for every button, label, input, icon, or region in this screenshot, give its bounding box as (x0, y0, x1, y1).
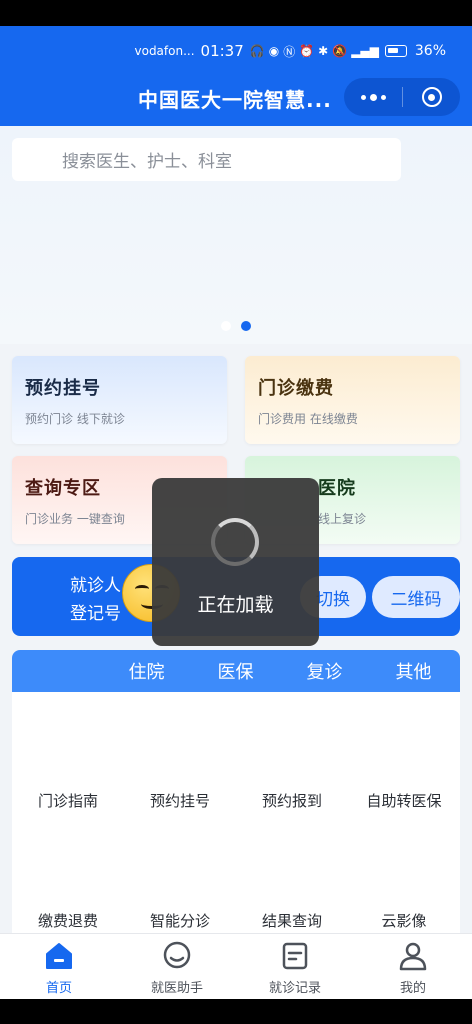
document-icon (279, 940, 311, 972)
grid-item-checkin[interactable]: 预约报到 (236, 790, 348, 811)
nav-item-profile[interactable]: 我的 (354, 940, 472, 996)
bottom-nav: 首页 就医助手 就诊记录 我的 (0, 933, 472, 999)
card-subtitle: 预约门诊 线下就诊 (25, 412, 125, 426)
user-icon (397, 940, 429, 972)
status-icons: 🎧 ◉ Ⓝ ⏰ ✱ 🔕 ▂▄▆ (250, 43, 379, 60)
grid-item-cloud-imaging[interactable]: 云影像 (348, 910, 460, 931)
nav-item-home[interactable]: 首页 (0, 940, 118, 996)
nav-label: 我的 (399, 981, 426, 996)
grid-item-guide[interactable]: 门诊指南 (12, 790, 124, 811)
mute-icon: 🔕 (332, 44, 348, 58)
grid-item-results[interactable]: 结果查询 (236, 910, 348, 931)
chat-bubble-icon (161, 940, 193, 972)
tab-other[interactable]: 其他 (369, 658, 458, 684)
grid-item-appointment[interactable]: 预约挂号 (124, 790, 236, 811)
card-payment[interactable]: 门诊缴费 门诊费用 在线缴费 (245, 356, 460, 444)
eye-icon: ◉ (268, 44, 280, 58)
tab-revisit[interactable]: 复诊 (280, 658, 369, 684)
battery-icon (384, 45, 407, 57)
patient-label: 就诊人 (70, 576, 121, 596)
status-time: 01:37 (200, 42, 244, 60)
nfc-icon: Ⓝ (283, 44, 296, 59)
search-placeholder: 搜索医生、护士、科室 (62, 152, 232, 172)
nav-label: 就诊记录 (268, 981, 321, 996)
gesture-bar-area (0, 999, 472, 1024)
nav-label: 首页 (45, 981, 72, 996)
nav-item-records[interactable]: 就诊记录 (236, 940, 354, 996)
grid-item-insurance-transfer[interactable]: 自助转医保 (348, 790, 460, 811)
alarm-icon: ⏰ (299, 44, 315, 58)
status-bar: vodafon... 01:37 🎧 ◉ Ⓝ ⏰ ✱ 🔕 ▂▄▆ 36% (135, 40, 447, 62)
battery-percent: 36% (414, 43, 446, 59)
mini-program-capsule (344, 78, 460, 116)
search-input[interactable]: 搜索医生、护士、科室 (12, 138, 401, 181)
registration-label: 登记号 (70, 604, 121, 624)
carousel-indicator (221, 321, 251, 331)
tab-insurance[interactable]: 医保 (191, 658, 280, 684)
carousel-dot (221, 321, 231, 331)
qr-code-button[interactable]: 二维码 (372, 576, 460, 618)
loading-toast: 正在加载 (152, 478, 319, 646)
card-subtitle: 门诊费用 在线缴费 (258, 412, 358, 426)
screen: vodafon... 01:37 🎧 ◉ Ⓝ ⏰ ✱ 🔕 ▂▄▆ 36% 中国医… (0, 0, 472, 1024)
bluetooth-icon: ✱ (318, 44, 329, 58)
page-title: 中国医大一院智慧... (138, 88, 332, 112)
card-appointment[interactable]: 预约挂号 预约门诊 线下就诊 (12, 356, 227, 444)
service-tabs: 住院 医保 复诊 其他 (12, 650, 460, 692)
card-title: 门诊缴费 (258, 378, 334, 399)
services-panel: 住院 医保 复诊 其他 门诊指南 预约挂号 预约报到 自助转医保 缴费退费 智能… (12, 650, 460, 940)
camera-cutout-area (0, 0, 472, 26)
nav-item-assistant[interactable]: 就医助手 (118, 940, 236, 996)
carrier-name: vodafon... (134, 44, 195, 58)
more-icon[interactable] (344, 78, 402, 116)
loading-text: 正在加载 (197, 594, 274, 616)
card-title: 预约挂号 (25, 378, 101, 399)
home-icon (43, 940, 75, 972)
carousel-dot-active (241, 321, 251, 331)
headphones-icon: 🎧 (249, 44, 265, 58)
grid-item-refund[interactable]: 缴费退费 (12, 910, 124, 931)
nav-label: 就医助手 (150, 981, 203, 996)
signal-icon: ▂▄▆ (351, 44, 379, 58)
loading-spinner-icon (211, 518, 259, 566)
grid-item-triage[interactable]: 智能分诊 (124, 910, 236, 931)
tab-inpatient[interactable]: 住院 (102, 658, 191, 684)
close-target-icon[interactable] (403, 78, 460, 116)
